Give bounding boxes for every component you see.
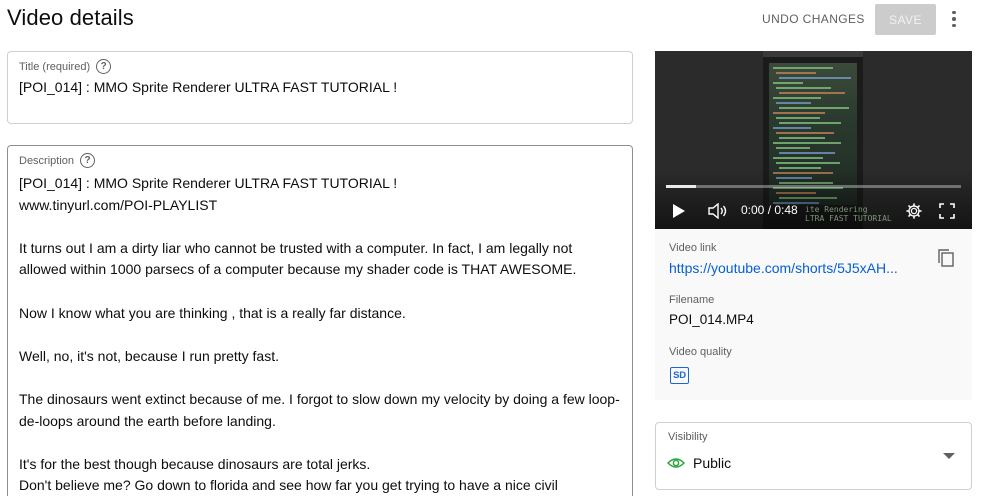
description-line: www.tinyurl.com/POI-PLAYLIST — [19, 196, 218, 213]
visibility-dropdown[interactable]: Visibility Public — [655, 422, 972, 490]
description-line — [19, 216, 624, 238]
volume-icon[interactable] — [707, 201, 729, 221]
eye-icon — [666, 456, 686, 470]
help-icon[interactable]: ? — [80, 153, 96, 168]
title-field[interactable]: Title (required) ? [POI_014] : MMO Sprit… — [7, 51, 633, 124]
visibility-value: Public — [693, 455, 732, 471]
description-line: The dinosaurs went extinct because of me… — [19, 390, 620, 407]
sd-quality-icon: SD — [670, 367, 689, 384]
description-textarea[interactable]: [POI_014] : MMO Sprite Renderer ULTRA FA… — [19, 173, 624, 496]
description-line — [19, 432, 624, 454]
progress-fill — [666, 185, 696, 188]
filename-value: POI_014.MP4 — [669, 312, 754, 327]
video-quality-label: Video quality — [669, 346, 732, 358]
settings-gear-icon[interactable] — [905, 201, 923, 221]
description-line: [POI_014] : MMO Sprite Renderer ULTRA FA… — [19, 175, 398, 191]
description-field-label-row: Description ? — [19, 153, 96, 168]
description-line — [19, 324, 624, 346]
help-icon[interactable]: ? — [96, 59, 112, 74]
copy-icon[interactable] — [935, 247, 957, 269]
description-field-label: Description — [19, 154, 75, 167]
play-icon[interactable] — [671, 201, 687, 221]
description-line: allowed within 1000 parsecs of a compute… — [19, 261, 577, 278]
title-field-label-row: Title (required) ? — [19, 59, 112, 74]
description-line: de-loops around the earth before landing… — [19, 412, 276, 429]
page-title: Video details — [7, 5, 134, 30]
visibility-label: Visibility — [668, 431, 708, 443]
save-button[interactable]: SAVE — [875, 4, 936, 35]
video-player[interactable]: ite Rendering LTRA FAST TUTORIAL 0:00 / … — [655, 51, 972, 229]
video-link[interactable]: https://youtube.com/shorts/5J5xAH... — [669, 260, 914, 276]
description-line: Don't believe me? Go down to florida and… — [19, 477, 558, 494]
title-input[interactable]: [POI_014] : MMO Sprite Renderer ULTRA FA… — [19, 79, 397, 95]
description-line — [19, 367, 624, 389]
description-line: Well, no, it's not, because I run pretty… — [19, 347, 279, 364]
title-field-label: Title (required) — [19, 60, 91, 73]
filename-label: Filename — [669, 294, 715, 306]
kebab-menu-icon[interactable] — [944, 8, 964, 30]
video-preview-card: ite Rendering LTRA FAST TUTORIAL 0:00 / … — [655, 51, 972, 400]
description-field[interactable]: Description ? [POI_014] : MMO Sprite Ren… — [7, 145, 633, 496]
video-link-label: Video link — [669, 242, 717, 254]
description-line: Now I know what you are thinking , that … — [19, 304, 406, 321]
progress-bar[interactable] — [666, 185, 961, 188]
description-line: It turns out I am a dirty liar who canno… — [19, 239, 573, 256]
description-line — [19, 281, 624, 303]
chevron-down-icon — [943, 453, 955, 459]
undo-changes-button[interactable]: UNDO CHANGES — [754, 4, 873, 34]
video-overlay-text: ite Rendering LTRA FAST TUTORIAL — [805, 205, 892, 223]
description-line: It's for the best though because dinosau… — [19, 455, 371, 472]
time-readout: 0:00 / 0:48 — [741, 203, 798, 217]
fullscreen-icon[interactable] — [937, 201, 957, 221]
